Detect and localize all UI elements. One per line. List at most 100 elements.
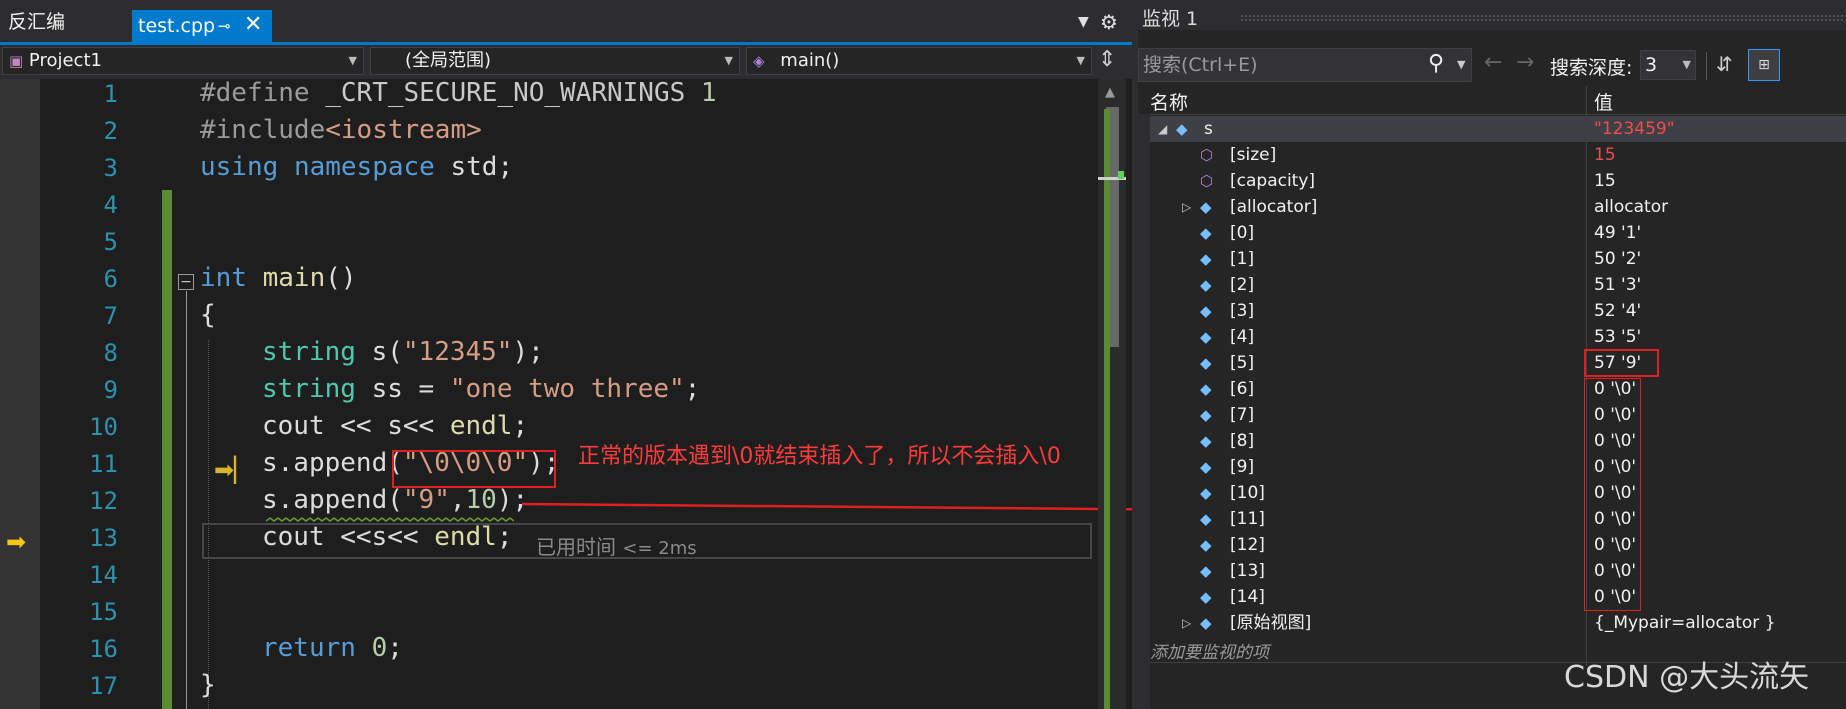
watch-row[interactable]: ◆ [12] 0 '\0' — [1150, 532, 1846, 558]
watch-row[interactable]: ◆ [13] 0 '\0' — [1150, 558, 1846, 584]
number-literal: 10 — [465, 485, 497, 515]
expand-arrow-icon[interactable]: ▷ — [1182, 610, 1191, 636]
watch-row[interactable]: ◆ [14] 0 '\0' — [1150, 584, 1846, 610]
tab-label: test.cpp — [138, 15, 216, 37]
column-header-value[interactable]: 值 — [1594, 88, 1613, 115]
function-label: main() — [780, 50, 840, 71]
append-call: s.append( — [262, 485, 403, 515]
keyword-return: return — [262, 633, 356, 663]
project-dropdown[interactable]: ▣ Project1 ▼ — [2, 47, 364, 75]
column-header-name[interactable]: 名称 — [1150, 88, 1188, 115]
title-grip[interactable] — [1240, 14, 1846, 21]
tab-test-cpp[interactable]: test.cpp ⊸ ✕ — [132, 10, 272, 42]
watch-row[interactable]: ◆ [3] 52 '4' — [1150, 298, 1846, 324]
gear-icon[interactable]: ⚙ — [1100, 10, 1118, 34]
search-forward-icon[interactable]: → — [1516, 50, 1534, 75]
editor-scrollbar[interactable]: ▲ — [1098, 79, 1126, 709]
code-line-16[interactable]: return 0; — [262, 633, 403, 663]
line-number: 16 — [89, 635, 118, 663]
tab-list-dropdown-icon[interactable]: ▼ — [1078, 14, 1089, 30]
watch-row[interactable]: ◆ [7] 0 '\0' — [1150, 402, 1846, 428]
expand-arrow-icon[interactable]: ▷ — [1182, 194, 1191, 220]
hex-display-icon[interactable]: ⊞ — [1748, 49, 1780, 81]
watch-row[interactable]: ◆ [5] 57 '9' — [1150, 350, 1846, 376]
watch-row-s[interactable]: ◢ ◆ s "123459" — [1150, 116, 1846, 142]
include-header: <iostream> — [325, 115, 482, 145]
watch-row[interactable]: ◆ [6] 0 '\0' — [1150, 376, 1846, 402]
code-line-17[interactable]: } — [200, 670, 216, 700]
scroll-up-icon[interactable]: ▲ — [1105, 85, 1115, 100]
watermark: CSDN @大头流矢 — [1564, 660, 1810, 695]
line-number: 4 — [103, 191, 118, 219]
code-line-2[interactable]: #include<iostream> — [200, 115, 482, 145]
collapse-icon[interactable]: − — [178, 274, 194, 290]
code-line-3[interactable]: using namespace std; — [200, 152, 513, 182]
line-number: 11 — [89, 450, 118, 478]
perf-tip-value: <= 2ms — [622, 538, 697, 559]
row-value[interactable]: 49 '1' — [1594, 220, 1641, 246]
row-value[interactable]: 15 — [1594, 142, 1616, 168]
search-back-icon[interactable]: ← — [1484, 50, 1502, 75]
perf-tip[interactable]: 已用时间 <= 2ms — [536, 531, 697, 560]
search-depth-select[interactable]: 3 ▼ — [1640, 50, 1696, 80]
code-line-13[interactable]: cout <<s<< endl; — [262, 522, 512, 552]
code-line-10[interactable]: cout << s<< endl; — [262, 411, 528, 441]
grid-left-strip — [1138, 114, 1150, 709]
row-value[interactable]: 50 '2' — [1594, 246, 1641, 272]
instruction-pointer-icon[interactable]: ➡ — [6, 528, 26, 556]
row-value[interactable]: {_Mypair=allocator } — [1594, 610, 1776, 636]
pin-filter-icon[interactable]: ⇵ — [1716, 52, 1733, 76]
terminator: ; — [496, 522, 513, 552]
run-to-click-icon[interactable]: ➡▏ — [214, 456, 253, 484]
function-dropdown[interactable]: ◈ main() ▼ — [746, 47, 1092, 75]
code-line-12[interactable]: s.append("9",10); — [262, 485, 528, 515]
row-value[interactable]: 15 — [1594, 168, 1616, 194]
warning-squiggle — [266, 517, 514, 522]
watch-row-raw-view[interactable]: ▷ ◆ [原始视图] {_Mypair=allocator } — [1150, 610, 1846, 636]
line-number: 15 — [89, 598, 118, 626]
row-value[interactable]: 52 '4' — [1594, 298, 1641, 324]
line-number: 8 — [103, 339, 118, 367]
scope-dropdown[interactable]: (全局范围) ▼ — [370, 47, 740, 75]
watch-row[interactable]: ◆ [2] 51 '3' — [1150, 272, 1846, 298]
watch-row[interactable]: ◆ [4] 53 '5' — [1150, 324, 1846, 350]
code-line-6[interactable]: int main() — [200, 263, 357, 293]
parens: () — [325, 263, 357, 293]
watch-row[interactable]: ◆ [10] 0 '\0' — [1150, 480, 1846, 506]
row-value[interactable]: allocator — [1594, 194, 1668, 220]
close-icon[interactable]: ✕ — [244, 9, 262, 41]
variable-icon: ◆ — [1200, 328, 1212, 346]
endl: endl — [449, 411, 513, 441]
tab-disassembly[interactable]: 反汇编 — [0, 0, 132, 42]
code-line-1[interactable]: #define _CRT_SECURE_NO_WARNINGS 1 — [200, 78, 717, 108]
row-name: s — [1204, 119, 1213, 139]
watch-row[interactable]: ⬡ [size] 15 — [1150, 142, 1846, 168]
watch-row[interactable]: ◆ [11] 0 '\0' — [1150, 506, 1846, 532]
watch-row[interactable]: ◆ [0] 49 '1' — [1150, 220, 1846, 246]
watch-row[interactable]: ◆ [8] 0 '\0' — [1150, 428, 1846, 454]
chevron-down-icon[interactable]: ▼ — [1457, 58, 1465, 71]
toolbar-separator — [1706, 52, 1707, 80]
watch-row[interactable]: ⬡ [capacity] 15 — [1150, 168, 1846, 194]
pin-icon[interactable]: ⊸ — [218, 10, 231, 42]
row-value[interactable]: 53 '5' — [1594, 324, 1641, 350]
collapse-arrow-icon[interactable]: ◢ — [1158, 116, 1167, 142]
row-value[interactable]: 51 '3' — [1594, 272, 1641, 298]
add-watch-item[interactable]: 添加要监视的项 — [1150, 638, 1269, 663]
code-line-8[interactable]: string s("12345"); — [262, 337, 544, 367]
project-icon: ▣ — [9, 52, 24, 70]
watch-row[interactable]: ▷ ◆ [allocator] allocator — [1150, 194, 1846, 220]
row-value[interactable]: "123459" — [1594, 116, 1675, 142]
row-name: [原始视图] — [1230, 613, 1312, 633]
fold-guide — [186, 291, 187, 709]
code-line-7[interactable]: { — [200, 300, 216, 330]
watch-row[interactable]: ◆ [1] 50 '2' — [1150, 246, 1846, 272]
keyword-using: using — [200, 152, 279, 182]
watch-search-input[interactable]: 搜索(Ctrl+E) — [1138, 48, 1472, 82]
variable-icon: ◆ — [1176, 120, 1188, 138]
search-icon[interactable]: ⚲ — [1428, 51, 1444, 76]
code-line-9[interactable]: string ss = "one two three"; — [262, 374, 700, 404]
indicator-margin[interactable] — [0, 79, 40, 709]
watch-row[interactable]: ◆ [9] 0 '\0' — [1150, 454, 1846, 480]
split-editor-icon[interactable]: ⇕ — [1098, 47, 1116, 72]
